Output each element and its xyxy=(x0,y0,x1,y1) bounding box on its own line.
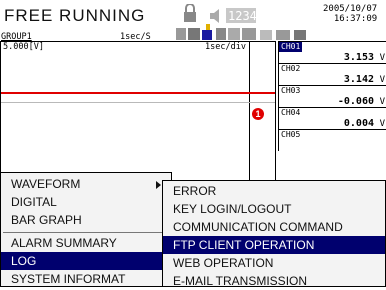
menu-item-label: WAVEFORM xyxy=(11,177,81,191)
menu-divider xyxy=(3,232,169,233)
submenu-item-communication-command[interactable]: COMMUNICATION COMMAND xyxy=(163,218,385,236)
trace-ch01 xyxy=(1,92,275,94)
channel-unit: V xyxy=(379,97,385,107)
submenu-item-label: ERROR xyxy=(173,184,217,198)
menu-item-waveform[interactable]: WAVEFORM xyxy=(1,175,171,193)
submenu-item-web-operation[interactable]: WEB OPERATION xyxy=(163,254,385,272)
channel-row[interactable]: CH04 0.004 V xyxy=(278,107,386,129)
alarm-marker-icon: 1 xyxy=(252,108,264,120)
counter-icon: 1234 xyxy=(226,8,257,23)
trace-ch02 xyxy=(1,102,275,103)
submenu-item-email-transmission[interactable]: E-MAIL TRANSMISSION xyxy=(163,272,385,290)
time-text: 16:37:09 xyxy=(333,14,378,24)
status-icons xyxy=(176,24,306,40)
menu-item-label: ALARM SUMMARY xyxy=(11,236,117,250)
display-menu: WAVEFORM DIGITAL BAR GRAPH ALARM SUMMARY… xyxy=(0,172,172,287)
submenu-item-key-login-logout[interactable]: KEY LOGIN/LOGOUT xyxy=(163,200,385,218)
submenu-arrow-icon xyxy=(156,181,161,189)
menu-item-bar-graph[interactable]: BAR GRAPH xyxy=(1,211,171,229)
menu-item-label: DIGITAL xyxy=(11,195,57,209)
channel-value: 3.142 xyxy=(343,74,374,85)
menu-item-digital[interactable]: DIGITAL xyxy=(1,193,171,211)
speaker-icon xyxy=(210,9,219,23)
channel-unit: V xyxy=(379,75,385,85)
menu-item-alarm-summary[interactable]: ALARM SUMMARY xyxy=(1,234,171,252)
submenu-item-ftp-client-operation[interactable]: FTP CLIENT OPERATION xyxy=(163,236,385,254)
channel-panel: CH01 3.153 V CH02 3.142 V CH03 -0.060 V … xyxy=(278,41,386,163)
menu-item-label: LOG xyxy=(11,254,37,268)
scale-label: 5.000[V] xyxy=(3,42,44,52)
submenu-item-label: FTP CLIENT OPERATION xyxy=(173,238,315,252)
menu-item-log[interactable]: LOG xyxy=(1,252,171,270)
counter-text: 1234 xyxy=(228,9,257,23)
channel-value: 0.004 xyxy=(343,118,374,129)
channel-tag: CH01 xyxy=(279,42,303,52)
menu-item-system-information[interactable]: SYSTEM INFORMAT xyxy=(1,270,171,288)
submenu-item-label: COMMUNICATION COMMAND xyxy=(173,220,343,234)
menu-item-label: BAR GRAPH xyxy=(11,213,82,227)
submenu-item-label: E-MAIL TRANSMISSION xyxy=(173,274,308,288)
date-text: 2005/10/07 xyxy=(323,4,378,14)
channel-row[interactable]: CH03 -0.060 V xyxy=(278,85,386,107)
channel-unit: V xyxy=(379,119,385,129)
menu-item-label: SYSTEM INFORMAT xyxy=(11,272,126,286)
status-icon-bar: 1234 xyxy=(176,4,306,40)
channel-tag: CH02 xyxy=(281,64,301,73)
submenu-item-label: KEY LOGIN/LOGOUT xyxy=(173,202,292,216)
channel-row[interactable]: CH01 3.153 V xyxy=(278,41,386,63)
channel-value: -0.060 xyxy=(337,96,374,107)
lock-icon xyxy=(184,4,196,22)
channel-tag: CH03 xyxy=(281,86,301,95)
submenu-item-label: WEB OPERATION xyxy=(173,256,274,270)
datetime: 2005/10/07 16:37:09 xyxy=(323,4,377,24)
channel-row[interactable]: CH02 3.142 V xyxy=(278,63,386,85)
time-div-label: 1sec/div xyxy=(205,42,246,52)
log-submenu: ERROR KEY LOGIN/LOGOUT COMMUNICATION COM… xyxy=(162,180,386,290)
channel-row[interactable]: CH05 xyxy=(278,129,386,151)
channel-tag: CH04 xyxy=(281,108,301,117)
channel-unit: V xyxy=(379,53,385,63)
channel-tag: CH05 xyxy=(281,130,301,139)
submenu-item-error[interactable]: ERROR xyxy=(163,182,385,200)
channel-value: 3.153 xyxy=(343,52,374,63)
run-status: FREE RUNNING xyxy=(4,6,146,25)
